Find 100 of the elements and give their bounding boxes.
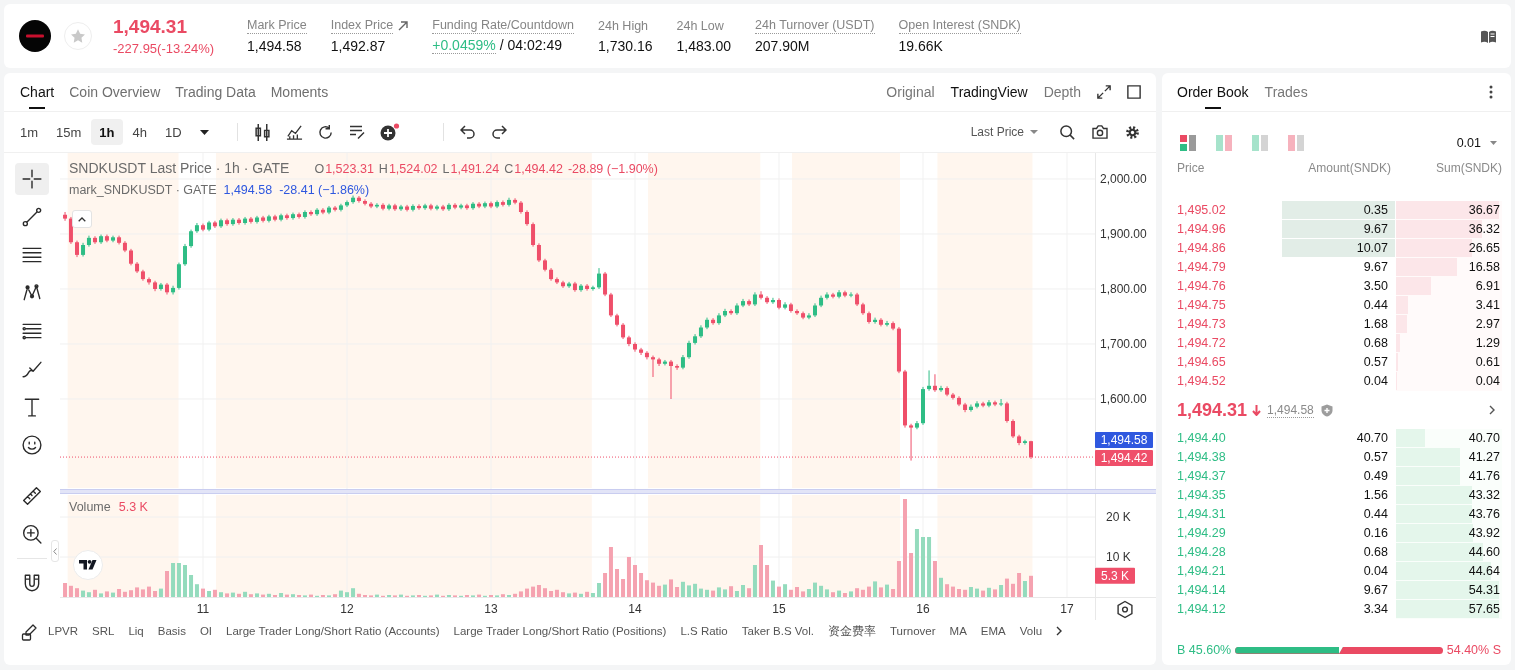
ask-sum: 6.91 xyxy=(1475,278,1501,295)
chart-logo-icon[interactable] xyxy=(73,550,103,580)
indicator-tab[interactable]: Liq xyxy=(128,625,144,637)
interval-tab[interactable]: 1m xyxy=(12,119,47,145)
bar xyxy=(716,587,721,597)
bar xyxy=(561,592,565,597)
book-icon[interactable] xyxy=(1481,29,1496,43)
bar xyxy=(711,590,716,597)
bar xyxy=(927,537,932,597)
buy-ratio: B 45.60% xyxy=(1177,643,1232,657)
camera-icon[interactable] xyxy=(1092,125,1108,139)
candlestick-icon[interactable] xyxy=(253,123,271,141)
precision-dropdown[interactable]: 0.01 xyxy=(1456,136,1497,150)
stat-label[interactable]: Funding Rate/Countdown xyxy=(432,17,575,34)
ask-amount: 0.44 xyxy=(1362,297,1389,314)
time-axis-label: 11 xyxy=(196,602,210,616)
more-options-icon[interactable] xyxy=(1489,85,1493,99)
bar xyxy=(189,575,194,597)
bar xyxy=(585,591,590,597)
indicator-tab[interactable]: MA xyxy=(949,625,967,637)
indicator-tab[interactable]: Taker B.S Vol. xyxy=(741,625,814,637)
ask-sum: 36.67 xyxy=(1468,202,1501,219)
indicator-tab[interactable]: Basis xyxy=(157,625,186,637)
bar xyxy=(500,594,505,597)
bid-sum: 43.92 xyxy=(1468,525,1501,542)
interval-tab[interactable]: 4h xyxy=(124,119,155,145)
collapse-legend-button[interactable] xyxy=(72,210,92,228)
bid-price: 1,494.38 xyxy=(1177,449,1226,466)
bid-price: 1,494.31 xyxy=(1177,506,1226,523)
bar xyxy=(909,553,914,597)
bar xyxy=(200,588,205,597)
bar xyxy=(783,584,788,597)
bar xyxy=(945,584,950,597)
interval-tab[interactable]: 1D xyxy=(157,119,190,145)
bar xyxy=(122,591,127,597)
caret-icon[interactable] xyxy=(199,129,209,135)
bar xyxy=(705,589,709,597)
indicator-tab[interactable]: Volu xyxy=(1019,625,1043,637)
bar xyxy=(777,586,781,597)
indicator-tab[interactable]: LPVR xyxy=(48,625,79,637)
indicator-tab[interactable]: Large Trader Long/Short Ratio (Accounts) xyxy=(226,625,440,637)
stat-label[interactable]: Mark Price xyxy=(247,18,307,34)
chevron-right-icon[interactable] xyxy=(1489,405,1495,415)
chart-view-tab[interactable]: TradingView xyxy=(950,84,1028,100)
add-indicator-icon[interactable] xyxy=(379,123,400,141)
caret-icon xyxy=(1490,141,1497,145)
shield-plus-icon[interactable] xyxy=(1320,403,1333,417)
redo-icon[interactable] xyxy=(490,125,507,139)
chart-tab[interactable]: Chart xyxy=(20,73,55,111)
bar xyxy=(662,584,667,597)
interval-tab[interactable]: 15m xyxy=(48,119,90,145)
ask-sum: 16.58 xyxy=(1468,259,1501,276)
price-axis-label: 1,900.00 xyxy=(1100,227,1147,241)
bar xyxy=(117,589,122,597)
square-icon[interactable] xyxy=(1127,85,1141,99)
order-book-tab[interactable]: Trades xyxy=(1264,73,1308,111)
indicator-tab[interactable]: L.S Ratio xyxy=(680,625,728,637)
stat-label[interactable]: Index Price xyxy=(330,18,394,34)
interval-tab[interactable]: 1h xyxy=(91,119,123,145)
stat-label[interactable]: Open Interest (SNDK) xyxy=(898,18,1021,34)
refresh-icon[interactable] xyxy=(317,124,334,140)
bar xyxy=(603,573,608,597)
list-edit-icon[interactable] xyxy=(348,124,365,140)
bar xyxy=(621,579,626,597)
drawing-tool-button[interactable] xyxy=(15,163,49,195)
order-book-tab[interactable]: Order Book xyxy=(1177,73,1249,111)
indicator-icon[interactable] xyxy=(285,123,303,141)
chart-view-tab[interactable]: Depth xyxy=(1043,84,1081,100)
chart-tab[interactable]: Moments xyxy=(270,73,329,111)
chart-view-tab[interactable]: Original xyxy=(886,84,935,100)
settings-icon[interactable] xyxy=(1125,124,1140,140)
mid-price: 1,494.31 xyxy=(1177,399,1248,421)
expand-icon[interactable] xyxy=(1097,85,1111,99)
search-icon[interactable] xyxy=(1060,124,1075,140)
bar xyxy=(554,589,559,597)
bar xyxy=(237,593,241,597)
bar xyxy=(351,588,356,597)
price-source-dropdown[interactable]: Last Price xyxy=(970,125,1038,139)
chart-tab[interactable]: Coin Overview xyxy=(69,73,161,111)
bar xyxy=(356,593,361,597)
magnet-icon xyxy=(22,573,42,593)
chevron-right-icon[interactable] xyxy=(1056,626,1063,636)
indicator-tab[interactable]: 资金费率 xyxy=(828,623,876,639)
indicator-tab[interactable]: Turnover xyxy=(890,625,936,637)
funding-rate: +0.0459% xyxy=(432,37,496,54)
indicator-tab[interactable]: EMA xyxy=(980,625,1006,637)
book-layout-both-icon[interactable] xyxy=(1180,135,1196,151)
stat-label[interactable]: 24h Turnover (USDT) xyxy=(755,18,875,34)
undo-icon[interactable] xyxy=(459,125,476,139)
bar xyxy=(1017,573,1022,597)
bar xyxy=(873,581,878,597)
axis-settings-icon[interactable] xyxy=(1117,600,1133,619)
chart-tab[interactable]: Trading Data xyxy=(175,73,256,111)
bar xyxy=(1022,581,1027,597)
indicator-tab[interactable]: Large Trader Long/Short Ratio (Positions) xyxy=(453,625,667,637)
mid-mark-price[interactable]: 1,494.58 xyxy=(1267,402,1314,418)
arrow-up-right-icon[interactable] xyxy=(398,21,409,31)
bar xyxy=(723,589,727,597)
indicator-tab[interactable]: SRL xyxy=(92,625,115,637)
indicator-tab[interactable]: OI xyxy=(199,625,213,637)
